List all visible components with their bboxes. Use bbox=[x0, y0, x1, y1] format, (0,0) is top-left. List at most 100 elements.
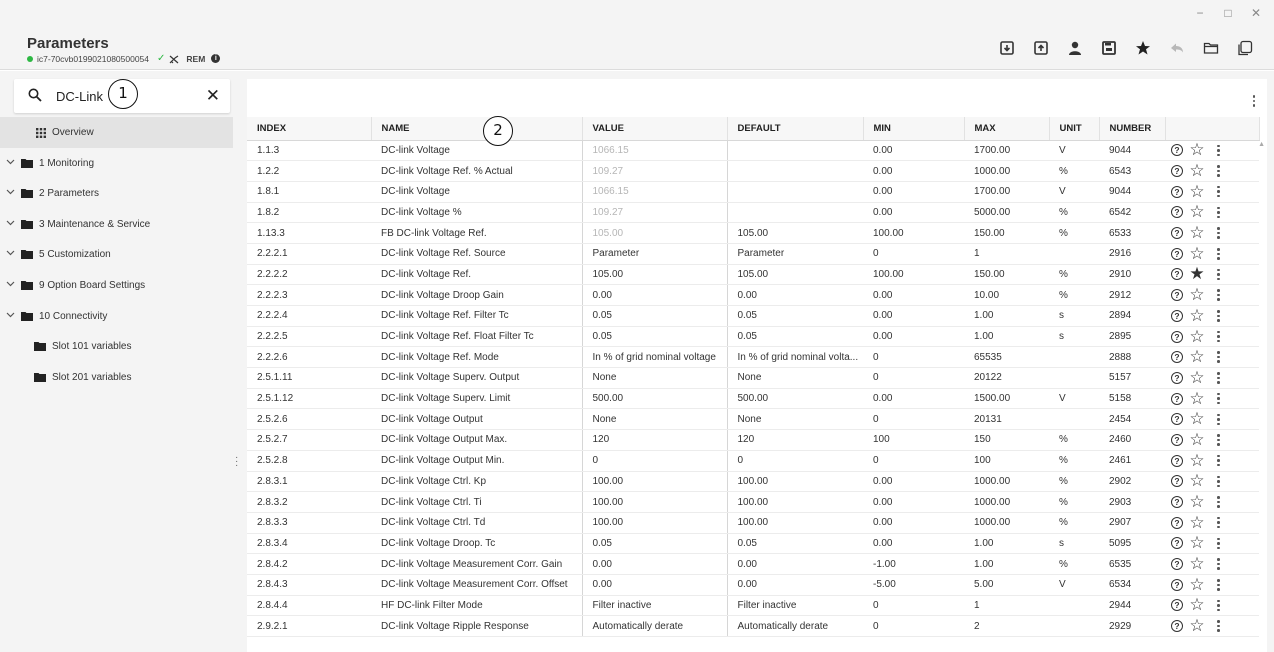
table-row[interactable]: 2.2.2.1 DC-link Voltage Ref. Source Parame… bbox=[247, 243, 1259, 265]
sidebar-item-overview[interactable]: Overview bbox=[0, 117, 233, 148]
table-row[interactable]: 2.2.2.5 DC-link Voltage Ref. Float Filter… bbox=[247, 326, 1259, 348]
table-row[interactable]: 2.5.1.12 DC-link Voltage Superv. Limit 500… bbox=[247, 388, 1259, 410]
star-outline-icon[interactable]: ☆ bbox=[1187, 203, 1207, 220]
help-icon[interactable]: ? bbox=[1171, 247, 1183, 260]
table-row[interactable]: 2.8.4.4 HF DC-link Filter Mode Filter inac… bbox=[247, 595, 1259, 617]
row-menu-icon[interactable] bbox=[1217, 558, 1220, 570]
row-menu-icon[interactable] bbox=[1217, 144, 1220, 157]
help-icon[interactable]: ? bbox=[1171, 206, 1183, 219]
cell-value[interactable]: 105.00 bbox=[581, 264, 728, 286]
help-icon[interactable]: ? bbox=[1171, 185, 1183, 198]
row-menu-icon[interactable] bbox=[1217, 579, 1220, 591]
star-outline-icon[interactable]: ☆ bbox=[1187, 245, 1207, 262]
table-row[interactable]: 2.5.1.11 DC-link Voltage Superv. Output No… bbox=[247, 367, 1259, 389]
cell-value[interactable]: In % of grid nominal voltage bbox=[581, 346, 728, 369]
row-menu-icon[interactable] bbox=[1217, 516, 1220, 529]
table-row[interactable]: 1.1.3 DC-link Voltage 1066.15 0.00 1700.00 V 9… bbox=[247, 140, 1259, 162]
table-row[interactable]: 2.8.3.3 DC-link Voltage Ctrl. Td 100.00 100… bbox=[247, 512, 1259, 534]
cell-value[interactable]: 0 bbox=[581, 450, 728, 472]
cell-value[interactable]: 1066.15 bbox=[581, 140, 728, 162]
star-outline-icon[interactable]: ☆ bbox=[1187, 514, 1207, 531]
sidebar-item-monitoring[interactable]: 1 Monitoring bbox=[0, 148, 233, 179]
save-button[interactable] bbox=[1092, 37, 1126, 59]
help-icon[interactable]: ? bbox=[1171, 475, 1183, 488]
row-menu-icon[interactable] bbox=[1217, 537, 1220, 550]
row-menu-icon[interactable] bbox=[1217, 165, 1220, 177]
sidebar-item-slot-201[interactable]: Slot 201 variables bbox=[0, 362, 233, 393]
scroll-up-arrow-icon[interactable]: ▲ bbox=[1258, 141, 1265, 148]
star-outline-icon[interactable]: ☆ bbox=[1187, 224, 1207, 241]
column-header-max[interactable]: MAX bbox=[964, 117, 1050, 141]
table-row[interactable]: 1.8.1 DC-link Voltage 1066.15 0.00 1700.00 V 9… bbox=[247, 181, 1259, 203]
star-outline-icon[interactable]: ☆ bbox=[1187, 452, 1207, 469]
cell-value[interactable]: None bbox=[581, 367, 728, 389]
cell-value[interactable]: 0.05 bbox=[581, 305, 728, 327]
table-row[interactable]: 2.5.2.7 DC-link Voltage Output Max. 120 120… bbox=[247, 429, 1259, 451]
table-row[interactable]: 2.2.2.6 DC-link Voltage Ref. Mode In % of … bbox=[247, 346, 1259, 369]
column-header-min[interactable]: MIN bbox=[863, 117, 965, 141]
cell-value[interactable]: 1066.15 bbox=[581, 181, 728, 203]
help-icon[interactable]: ? bbox=[1171, 413, 1183, 426]
column-header-number[interactable]: NUMBER bbox=[1099, 117, 1166, 141]
cell-value[interactable]: 0.05 bbox=[581, 326, 728, 348]
help-icon[interactable]: ? bbox=[1171, 537, 1183, 550]
help-icon[interactable]: ? bbox=[1171, 309, 1183, 322]
copy-button[interactable] bbox=[1228, 37, 1262, 59]
star-outline-icon[interactable]: ☆ bbox=[1187, 390, 1207, 407]
cell-value[interactable]: 0.05 bbox=[581, 533, 728, 555]
column-header-index[interactable]: INDEX bbox=[247, 117, 372, 141]
table-row[interactable]: 2.2.2.2 DC-link Voltage Ref. 105.00 105.00 1… bbox=[247, 264, 1259, 286]
sidebar-item-customization[interactable]: 5 Customization bbox=[0, 239, 233, 270]
column-header-name[interactable]: NAME bbox=[371, 117, 583, 141]
cell-value[interactable]: Filter inactive bbox=[581, 595, 728, 617]
sidebar-item-parameters[interactable]: 2 Parameters bbox=[0, 178, 233, 209]
help-icon[interactable]: ? bbox=[1171, 165, 1183, 178]
row-menu-icon[interactable] bbox=[1217, 434, 1220, 446]
star-outline-icon[interactable]: ☆ bbox=[1187, 348, 1207, 365]
star-outline-icon[interactable]: ☆ bbox=[1187, 431, 1207, 448]
cell-value[interactable]: 100.00 bbox=[581, 512, 728, 534]
star-outline-icon[interactable]: ☆ bbox=[1187, 472, 1207, 489]
close-button[interactable]: ✕ bbox=[1242, 6, 1270, 20]
row-menu-icon[interactable] bbox=[1217, 351, 1220, 363]
minimize-button[interactable]: − bbox=[1186, 6, 1214, 20]
star-filled-icon[interactable]: ★ bbox=[1187, 265, 1207, 282]
help-icon[interactable]: ? bbox=[1171, 496, 1183, 509]
undo-button[interactable] bbox=[1160, 37, 1194, 59]
sidebar-item-slot-101[interactable]: Slot 101 variables bbox=[0, 331, 233, 362]
row-menu-icon[interactable] bbox=[1217, 289, 1220, 301]
help-icon[interactable]: ? bbox=[1171, 351, 1183, 364]
row-menu-icon[interactable] bbox=[1217, 454, 1220, 467]
info-icon[interactable]: i bbox=[211, 54, 221, 63]
sidebar-item-maintenance[interactable]: 3 Maintenance & Service bbox=[0, 209, 233, 240]
table-row[interactable]: 2.2.2.3 DC-link Voltage Droop Gain 0.00 0.0… bbox=[247, 284, 1259, 306]
cell-value[interactable]: 100.00 bbox=[581, 491, 728, 513]
open-folder-button[interactable] bbox=[1194, 37, 1228, 59]
download-button[interactable] bbox=[990, 37, 1024, 59]
row-menu-icon[interactable] bbox=[1217, 392, 1220, 405]
help-icon[interactable]: ? bbox=[1171, 268, 1183, 281]
star-outline-icon[interactable]: ☆ bbox=[1187, 162, 1207, 179]
cell-value[interactable]: 109.27 bbox=[581, 160, 728, 182]
star-outline-icon[interactable]: ☆ bbox=[1187, 617, 1207, 634]
row-menu-icon[interactable] bbox=[1217, 330, 1220, 343]
star-outline-icon[interactable]: ☆ bbox=[1187, 410, 1207, 427]
star-outline-icon[interactable]: ☆ bbox=[1187, 328, 1207, 345]
cell-value[interactable]: 0.00 bbox=[581, 553, 728, 575]
column-header-default[interactable]: DEFAULT bbox=[727, 117, 864, 141]
help-icon[interactable]: ? bbox=[1171, 558, 1183, 571]
help-icon[interactable]: ? bbox=[1171, 454, 1183, 467]
drag-handle-icon[interactable]: · · · bbox=[235, 453, 238, 471]
column-header-unit[interactable]: UNIT bbox=[1049, 117, 1100, 141]
row-menu-icon[interactable] bbox=[1217, 372, 1220, 384]
help-icon[interactable]: ? bbox=[1171, 330, 1183, 343]
row-menu-icon[interactable] bbox=[1217, 248, 1220, 260]
help-icon[interactable]: ? bbox=[1171, 516, 1183, 529]
row-menu-icon[interactable] bbox=[1217, 310, 1220, 322]
help-icon[interactable]: ? bbox=[1171, 144, 1183, 157]
star-outline-icon[interactable]: ☆ bbox=[1187, 141, 1207, 158]
help-icon[interactable]: ? bbox=[1171, 371, 1183, 384]
table-row[interactable]: 2.8.3.2 DC-link Voltage Ctrl. Ti 100.00 100… bbox=[247, 491, 1259, 513]
help-icon[interactable]: ? bbox=[1171, 289, 1183, 302]
row-menu-icon[interactable] bbox=[1217, 475, 1220, 488]
